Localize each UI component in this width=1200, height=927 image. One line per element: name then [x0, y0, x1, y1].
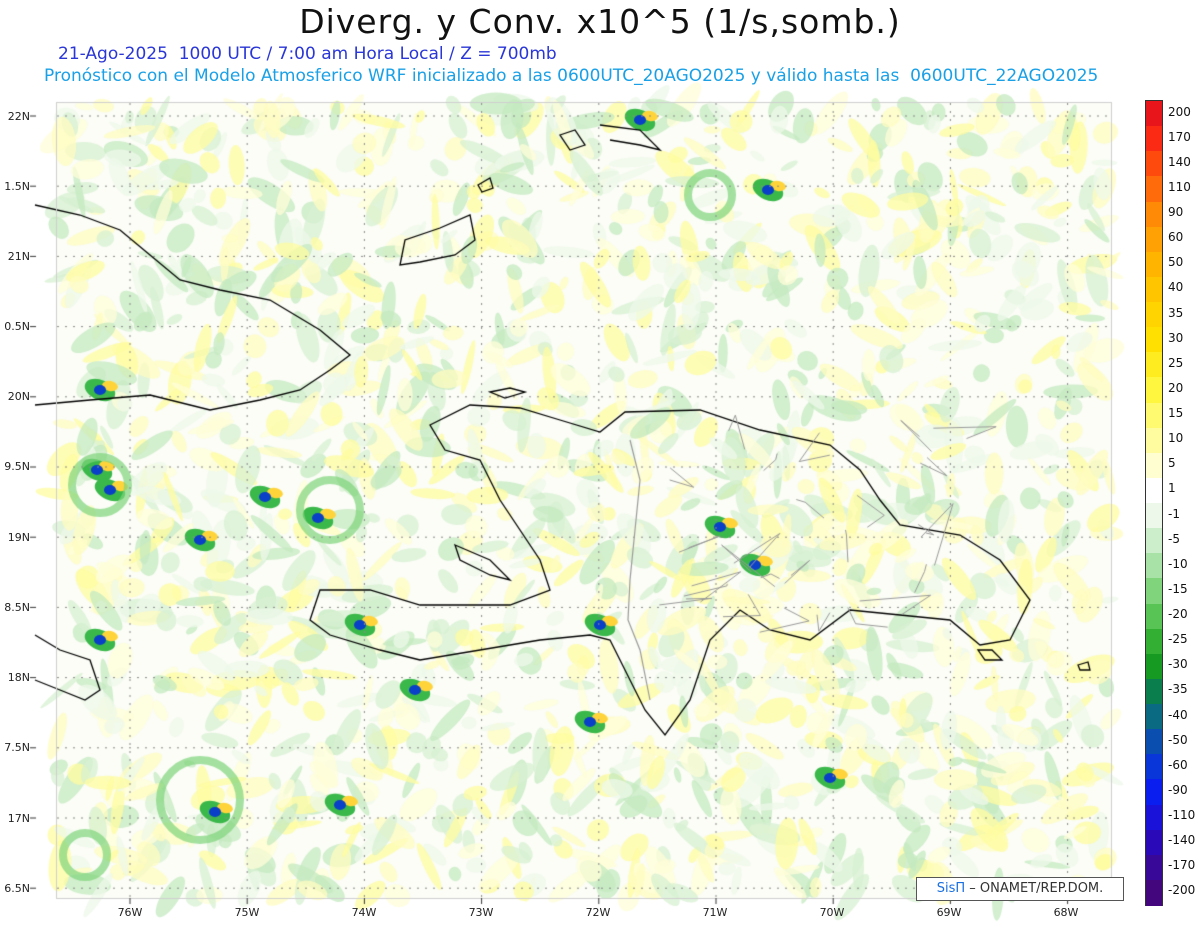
lat-label: 20N: [7, 390, 30, 403]
lat-label: 17N: [7, 812, 30, 825]
colorbar-swatch: [1146, 854, 1162, 881]
colorbar-label: -1: [1168, 506, 1180, 521]
colorbar-swatch: [1146, 503, 1162, 529]
colorbar-label: -40: [1168, 707, 1188, 722]
page-title: Diverg. y Conv. x10^5 (1/s,somb.): [299, 2, 901, 41]
colorbar-swatch: [1146, 377, 1162, 403]
colorbar-label: 20: [1168, 380, 1184, 395]
colorbar-label: 90: [1168, 205, 1184, 220]
colorbar-swatch: [1146, 427, 1162, 454]
colorbar-swatch: [1146, 653, 1162, 680]
sispi-logo: SisΠ: [936, 881, 966, 896]
colorbar-swatch: [1146, 528, 1162, 554]
colorbar-swatch: [1146, 302, 1162, 328]
colorbar-label: 170: [1168, 129, 1191, 144]
colorbar-label: -60: [1168, 757, 1188, 772]
colorbar-swatch: [1146, 779, 1162, 805]
colorbar-label: -140: [1168, 833, 1196, 848]
colorbar-swatch: [1146, 704, 1162, 730]
colorbar-swatch: [1146, 678, 1162, 705]
colorbar-label: 50: [1168, 255, 1184, 270]
colorbar-label: -90: [1168, 782, 1188, 797]
colorbar-swatch: [1146, 402, 1162, 429]
colorbar-label: -15: [1168, 581, 1188, 596]
colorbar-swatch: [1146, 754, 1162, 780]
credit-box: SisΠ – ONAMET/REP.DOM.: [916, 877, 1124, 901]
colorbar-swatch: [1146, 151, 1162, 177]
colorbar-swatch: [1146, 226, 1162, 253]
credit-text: – ONAMET/REP.DOM.: [965, 881, 1104, 896]
lat-label: 0.5N: [4, 320, 30, 333]
lon-label: 72W: [585, 906, 611, 919]
lat-label: 8.5N: [4, 601, 30, 614]
colorbar-swatch: [1146, 276, 1162, 303]
colorbar-swatch: [1146, 829, 1162, 856]
colorbar-swatch: [1146, 628, 1162, 655]
colorbar-swatch: [1146, 553, 1162, 579]
colorbar-label: -50: [1168, 732, 1188, 747]
divergence-map-canvas: [0, 0, 1200, 927]
colorbar-label: 200: [1168, 104, 1191, 119]
lon-label: 76W: [117, 906, 143, 919]
colorbar-swatch: [1146, 201, 1162, 228]
colorbar-label: 15: [1168, 406, 1184, 421]
colorbar: [1145, 100, 1163, 906]
colorbar-label: 140: [1168, 154, 1191, 169]
model-run-subtitle: Pronóstico con el Modelo Atmosferico WRF…: [44, 66, 1099, 86]
colorbar-swatch: [1146, 578, 1162, 604]
colorbar-label: -25: [1168, 632, 1188, 647]
colorbar-swatch: [1146, 879, 1162, 906]
colorbar-label: 40: [1168, 280, 1184, 295]
colorbar-swatch: [1146, 176, 1162, 202]
colorbar-label: 25: [1168, 355, 1184, 370]
colorbar-label: 110: [1168, 179, 1191, 194]
colorbar-swatch: [1146, 804, 1162, 831]
colorbar-label: -170: [1168, 858, 1196, 873]
colorbar-swatch: [1146, 477, 1162, 504]
colorbar-label: -10: [1168, 556, 1188, 571]
colorbar-label: -110: [1168, 808, 1196, 823]
lat-label: 19N: [7, 531, 30, 544]
colorbar-label: -30: [1168, 657, 1188, 672]
lat-label: 1.5N: [4, 180, 30, 193]
valid-time-subtitle: 21-Ago-2025 1000 UTC / 7:00 am Hora Loca…: [58, 44, 557, 64]
colorbar-label: 30: [1168, 330, 1184, 345]
colorbar-label: -20: [1168, 607, 1188, 622]
colorbar-label: -200: [1168, 883, 1196, 898]
colorbar-label: 1: [1168, 481, 1176, 496]
colorbar-swatch: [1146, 352, 1162, 378]
colorbar-label: -5: [1168, 531, 1180, 546]
lat-label: 21N: [7, 250, 30, 263]
lon-label: 75W: [234, 906, 260, 919]
colorbar-swatch: [1146, 327, 1162, 353]
lat-label: 22N: [7, 110, 30, 123]
colorbar-label: 60: [1168, 230, 1184, 245]
colorbar-swatch: [1146, 729, 1162, 755]
lat-label: 7.5N: [4, 741, 30, 754]
lon-label: 68W: [1053, 906, 1079, 919]
colorbar-swatch: [1146, 452, 1162, 479]
colorbar-label: -35: [1168, 682, 1188, 697]
colorbar-label: 5: [1168, 456, 1176, 471]
colorbar-swatch: [1146, 603, 1162, 630]
colorbar-swatch: [1146, 126, 1162, 152]
lat-label: 6.5N: [4, 882, 30, 895]
lat-label: 9.5N: [4, 460, 30, 473]
lon-label: 74W: [351, 906, 377, 919]
colorbar-swatch: [1146, 101, 1162, 127]
lon-label: 70W: [819, 906, 845, 919]
colorbar-label: 35: [1168, 305, 1184, 320]
lon-label: 69W: [936, 906, 962, 919]
lat-label: 18N: [7, 671, 30, 684]
colorbar-label: 10: [1168, 431, 1184, 446]
lon-label: 73W: [468, 906, 494, 919]
colorbar-swatch: [1146, 251, 1162, 278]
lon-label: 71W: [702, 906, 728, 919]
